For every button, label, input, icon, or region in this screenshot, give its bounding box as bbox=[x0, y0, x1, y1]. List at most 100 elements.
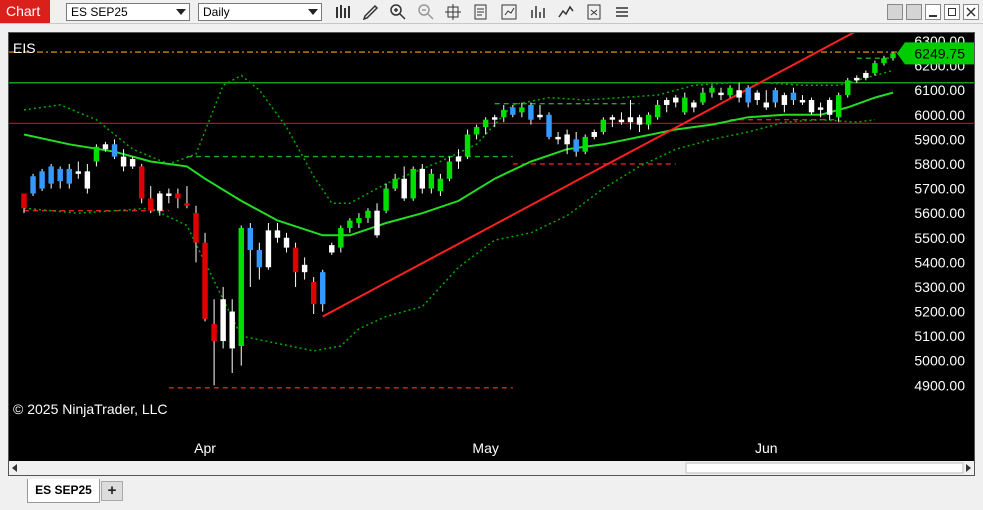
candle-body bbox=[817, 107, 824, 110]
indicators-icon[interactable] bbox=[528, 2, 548, 22]
interval-value: Daily bbox=[203, 5, 230, 19]
y-axis-tick-label: 5000.00 bbox=[914, 353, 965, 369]
candle-body bbox=[84, 171, 91, 189]
close-icon[interactable] bbox=[963, 4, 979, 20]
scrollbar-thumb[interactable] bbox=[685, 462, 964, 474]
candle-body bbox=[365, 210, 371, 219]
candle-body bbox=[600, 119, 607, 132]
y-axis-tick-label: 5700.00 bbox=[914, 181, 965, 197]
candle-body bbox=[338, 227, 344, 248]
instrument-selector[interactable]: ES SEP25 bbox=[66, 3, 190, 21]
add-tab-button[interactable]: + bbox=[101, 481, 123, 501]
strategies-icon[interactable] bbox=[499, 2, 519, 22]
candle-body bbox=[673, 97, 679, 103]
chart-instrument-label: EIS bbox=[13, 40, 36, 56]
candle-body bbox=[111, 144, 118, 157]
candle-body bbox=[546, 114, 552, 137]
minimize-icon[interactable] bbox=[925, 4, 941, 20]
candle-body bbox=[446, 161, 453, 179]
candle-body bbox=[184, 203, 190, 206]
candle-body bbox=[609, 117, 616, 120]
candle-body bbox=[627, 117, 634, 123]
candle-body bbox=[528, 104, 534, 120]
data-box-icon[interactable] bbox=[471, 2, 491, 22]
candle-body bbox=[501, 109, 507, 118]
candle-body bbox=[175, 193, 181, 199]
chevron-down-icon bbox=[308, 9, 318, 15]
candle-body bbox=[202, 242, 208, 319]
candle-body bbox=[808, 100, 815, 113]
candle-body bbox=[238, 227, 244, 346]
layout-icon-2[interactable] bbox=[906, 4, 922, 20]
y-axis-tick-label: 5900.00 bbox=[914, 131, 965, 147]
interval-selector[interactable]: Daily bbox=[198, 3, 322, 21]
instrument-value: ES SEP25 bbox=[71, 5, 128, 19]
candle-body bbox=[410, 168, 416, 199]
candle-body bbox=[682, 97, 688, 113]
candle-body bbox=[537, 114, 543, 118]
candle-body bbox=[310, 282, 317, 305]
maximize-icon[interactable] bbox=[944, 4, 960, 20]
candle-body bbox=[428, 173, 435, 189]
candle-body bbox=[274, 230, 281, 238]
candle-body bbox=[320, 272, 326, 305]
y-axis-tick-label: 5400.00 bbox=[914, 254, 965, 270]
candle-body bbox=[247, 227, 254, 251]
candle-body bbox=[645, 114, 652, 125]
candle-body bbox=[763, 102, 769, 108]
candle-body bbox=[772, 90, 779, 103]
tab-es-sep25[interactable]: ES SEP25 bbox=[27, 479, 100, 503]
chart-window: Chart ES SEP25 Daily 6300.00 6200.00 610… bbox=[0, 0, 983, 510]
candle-body bbox=[464, 134, 471, 157]
candle-body bbox=[591, 132, 597, 137]
candle-body bbox=[826, 100, 833, 115]
candle-body bbox=[455, 156, 462, 162]
candle-body bbox=[211, 323, 217, 342]
candle-body bbox=[256, 250, 263, 268]
candle-body bbox=[166, 193, 172, 196]
candle-body bbox=[654, 104, 661, 118]
y-axis-tick-label: 4900.00 bbox=[914, 377, 965, 393]
candle-body bbox=[39, 171, 45, 189]
price-chart[interactable]: 6300.006200.006100.006000.005900.005800.… bbox=[9, 33, 974, 475]
bar-type-icon[interactable] bbox=[333, 2, 353, 22]
toolbar: Chart ES SEP25 Daily bbox=[0, 0, 983, 24]
candle-body bbox=[582, 136, 588, 152]
candle-body bbox=[356, 218, 362, 223]
candle-body bbox=[736, 90, 742, 98]
candle-body bbox=[845, 80, 851, 96]
draw-pencil-icon[interactable] bbox=[361, 2, 381, 22]
x-axis-tick-label: May bbox=[472, 440, 498, 456]
candle-body bbox=[347, 220, 353, 228]
candle-body bbox=[229, 311, 235, 349]
layout-icon[interactable] bbox=[887, 4, 903, 20]
chart-window-label[interactable]: Chart bbox=[0, 0, 50, 23]
candle-body bbox=[790, 92, 797, 101]
y-axis-tick-label: 5600.00 bbox=[914, 205, 965, 221]
candle-body bbox=[854, 77, 860, 81]
candle-body bbox=[781, 95, 788, 105]
properties-icon[interactable] bbox=[556, 2, 576, 22]
more-icon[interactable] bbox=[612, 2, 632, 22]
zoom-out-icon[interactable] bbox=[416, 2, 436, 22]
crosshair-icon[interactable] bbox=[443, 2, 463, 22]
y-axis-tick-label: 6100.00 bbox=[914, 82, 965, 98]
zoom-in-icon[interactable] bbox=[388, 2, 408, 22]
candle-body bbox=[881, 58, 887, 64]
candle-body bbox=[636, 117, 643, 125]
options-icon[interactable] bbox=[584, 2, 604, 22]
x-axis-tick-label: Jun bbox=[755, 440, 778, 456]
candle-body bbox=[491, 117, 498, 120]
candle-body bbox=[799, 100, 806, 103]
candle-body bbox=[555, 136, 561, 140]
candle-body bbox=[691, 102, 697, 108]
candle-body bbox=[754, 92, 760, 101]
candle-body bbox=[129, 159, 136, 167]
x-axis-tick-label: Apr bbox=[194, 440, 216, 456]
candle-body bbox=[519, 107, 525, 113]
candle-body bbox=[283, 237, 290, 248]
candle-body bbox=[265, 230, 272, 268]
candle-body bbox=[564, 134, 570, 145]
chart-panel[interactable]: 6300.00 6200.00 6100.00 6000.00 5900.00 5800.… bbox=[8, 32, 975, 476]
candle-body bbox=[863, 72, 869, 78]
